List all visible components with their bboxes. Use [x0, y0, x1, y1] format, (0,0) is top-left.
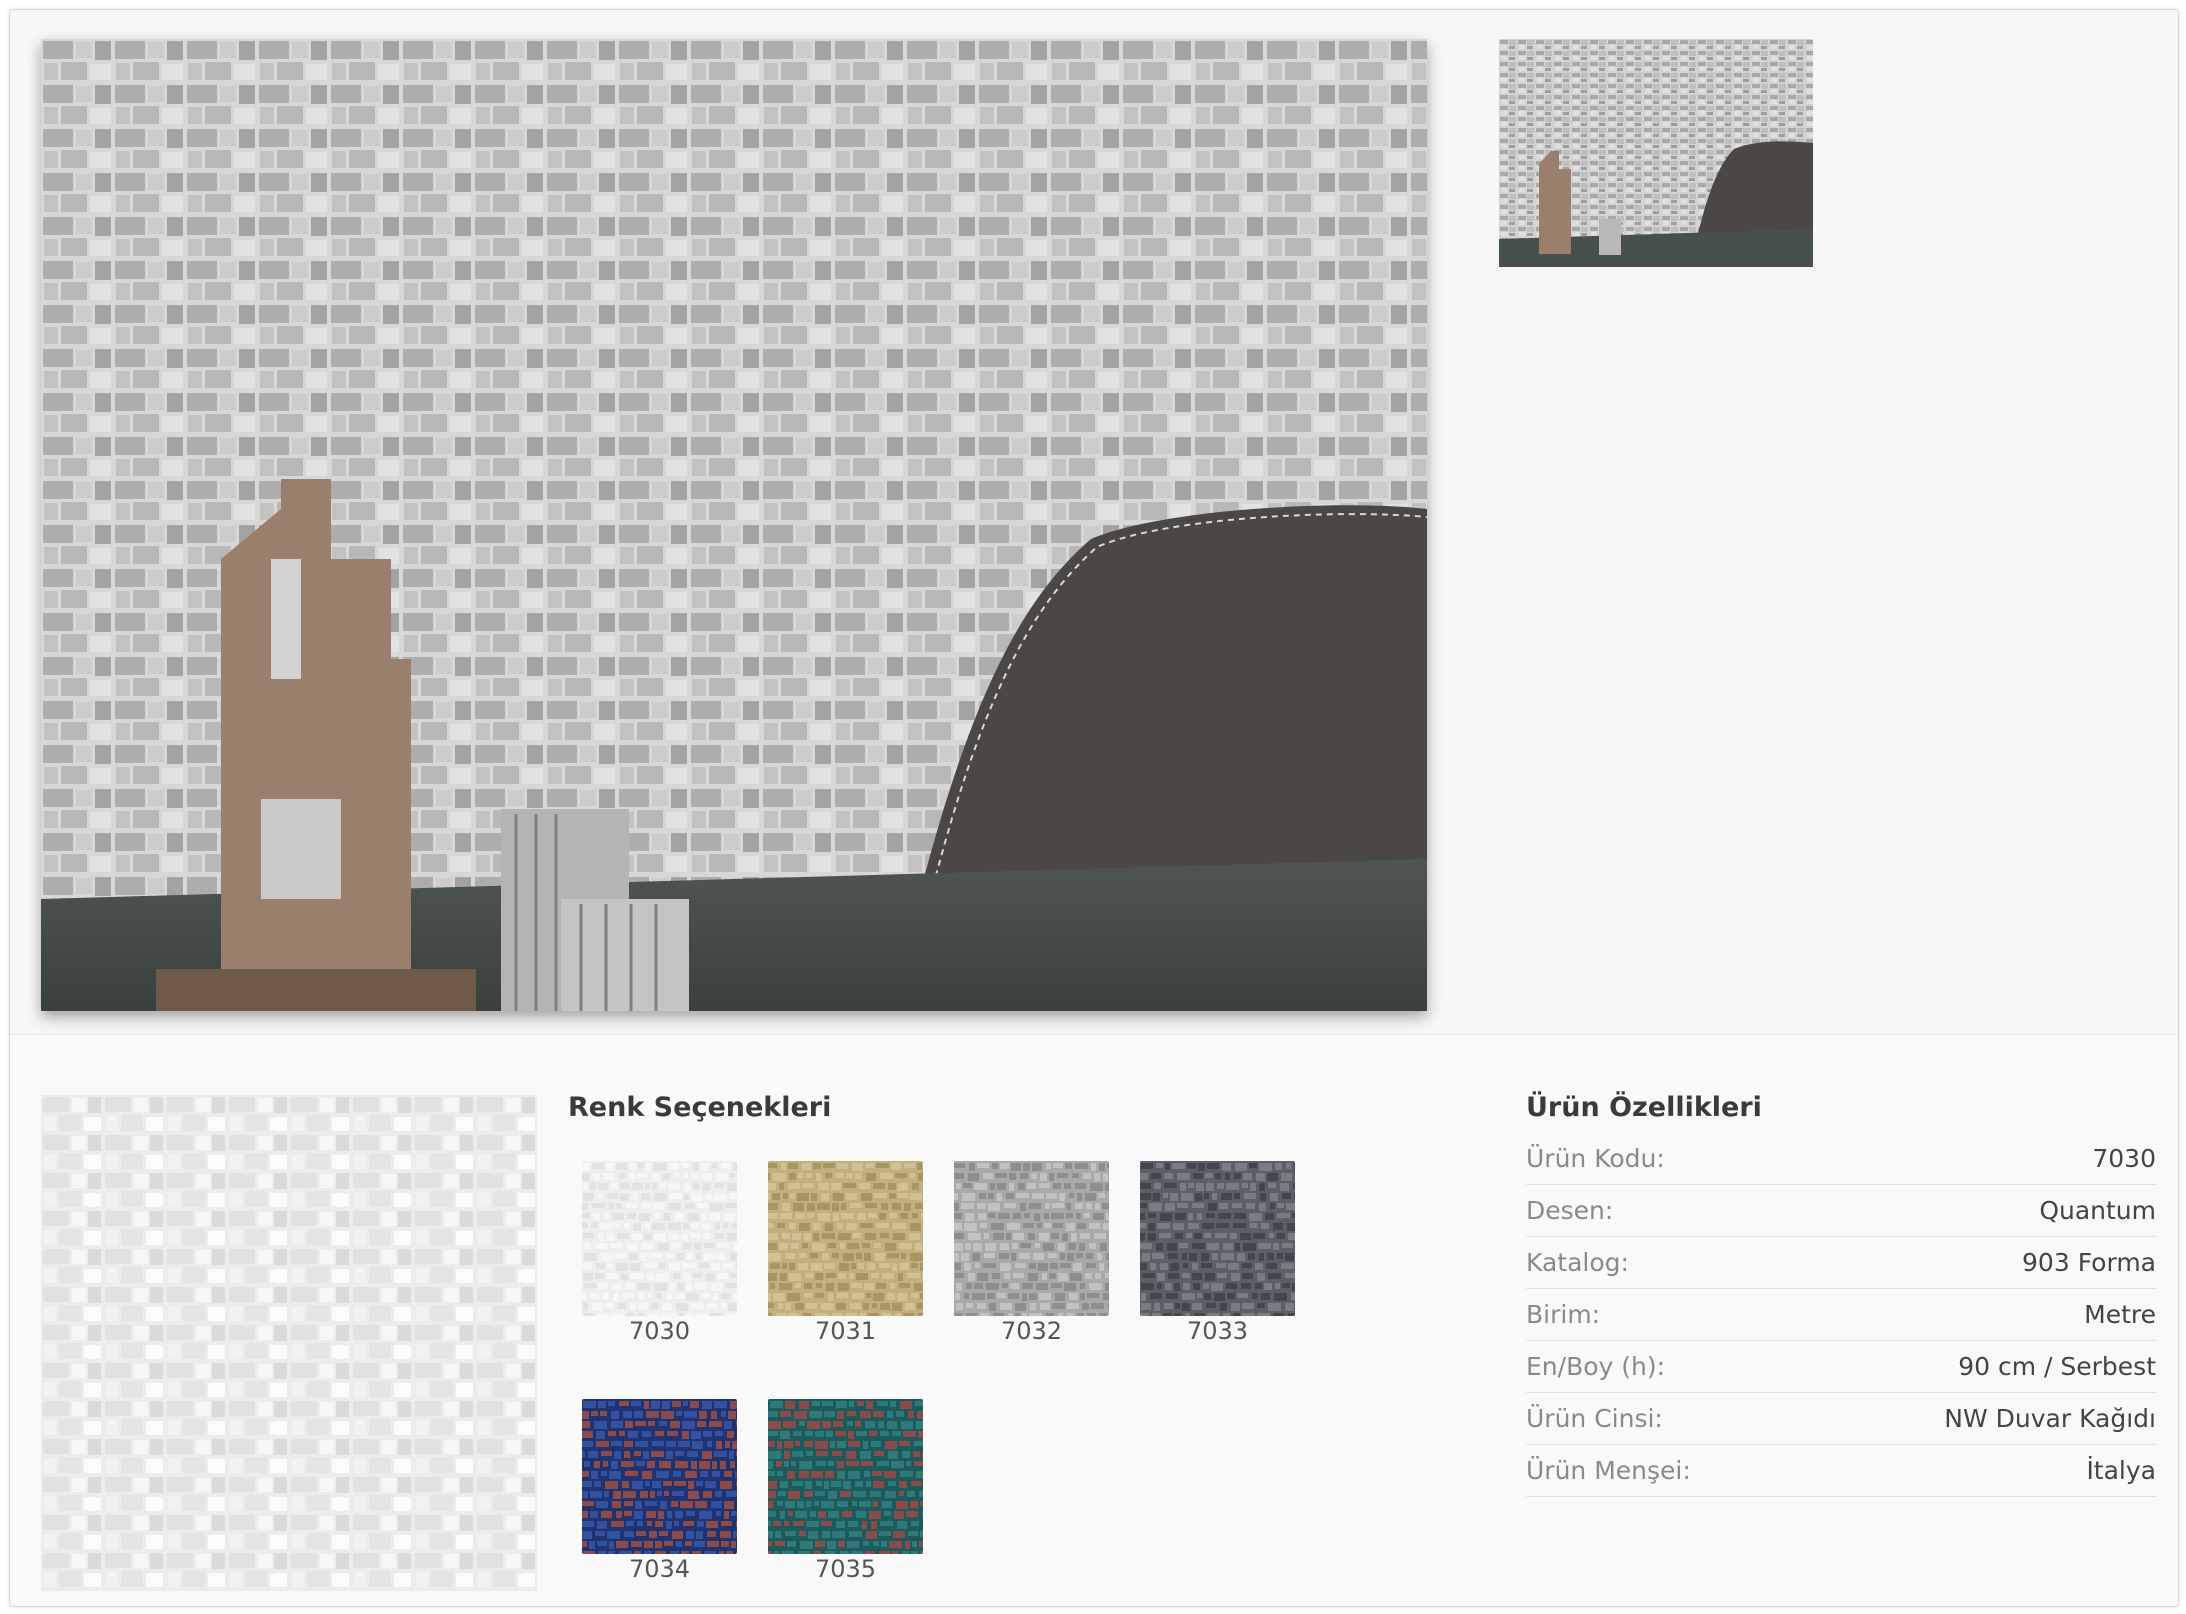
swatch-texture	[954, 1161, 1109, 1316]
spec-value: NW Duvar Kağıdı	[1944, 1404, 2156, 1433]
room-scene-illustration	[41, 39, 1427, 1011]
spec-value: 903 Forma	[2022, 1248, 2156, 1277]
spec-label: Ürün Cinsi:	[1526, 1404, 1663, 1433]
color-swatch-7033[interactable]	[1140, 1161, 1295, 1316]
spec-value: 7030	[2092, 1144, 2156, 1173]
swatch-label: 7035	[814, 1555, 877, 1583]
pattern-sample-illustration	[41, 1095, 537, 1591]
spec-label: Desen:	[1526, 1196, 1614, 1225]
spec-label: Katalog:	[1526, 1248, 1629, 1277]
swatch-label: 7033	[1186, 1317, 1249, 1345]
color-swatch-7032[interactable]	[954, 1161, 1109, 1316]
swatch-texture	[768, 1161, 923, 1316]
main-product-image[interactable]	[41, 39, 1427, 1011]
spec-row-unit: Birim: Metre	[1526, 1289, 2156, 1341]
product-specs-table: Ürün Kodu: 7030 Desen: Quantum Katalog: …	[1526, 1133, 2156, 1497]
spec-label: En/Boy (h):	[1526, 1352, 1666, 1381]
spec-value: Quantum	[2039, 1196, 2156, 1225]
spec-row-product-type: Ürün Cinsi: NW Duvar Kağıdı	[1526, 1393, 2156, 1445]
spec-value: İtalya	[2086, 1456, 2156, 1485]
spec-value: Metre	[2084, 1300, 2156, 1329]
color-swatch-7034[interactable]	[582, 1399, 737, 1554]
color-swatch-7031[interactable]	[768, 1161, 923, 1316]
spec-row-origin: Ürün Menşei: İtalya	[1526, 1445, 2156, 1497]
gallery-section	[10, 10, 2178, 1035]
swatch-label: 7031	[814, 1317, 877, 1345]
color-swatch-7030[interactable]	[582, 1161, 737, 1316]
spec-label: Birim:	[1526, 1300, 1601, 1329]
swatch-texture	[582, 1161, 737, 1316]
swatch-label: 7032	[1000, 1317, 1063, 1345]
spec-row-catalog: Katalog: 903 Forma	[1526, 1237, 2156, 1289]
spec-label: Ürün Menşei:	[1526, 1456, 1691, 1485]
swatch-texture	[582, 1399, 737, 1554]
color-swatch-7035[interactable]	[768, 1399, 923, 1554]
product-specs-title: Ürün Özellikleri	[1526, 1092, 1762, 1123]
pattern-sample-image	[41, 1095, 537, 1591]
swatch-texture	[1140, 1161, 1295, 1316]
spec-value: 90 cm / Serbest	[1958, 1352, 2156, 1381]
spec-row-pattern: Desen: Quantum	[1526, 1185, 2156, 1237]
swatch-texture	[768, 1399, 923, 1554]
swatch-label: 7034	[628, 1555, 691, 1583]
thumbnail-illustration	[1499, 39, 1813, 267]
spec-row-product-code: Ürün Kodu: 7030	[1526, 1133, 2156, 1185]
details-section: Renk Seçenekleri 7030 7031 7032 7033 703…	[10, 1035, 2178, 1606]
swatch-label: 7030	[628, 1317, 691, 1345]
thumbnail-image[interactable]	[1499, 39, 1813, 267]
spec-label: Ürün Kodu:	[1526, 1144, 1665, 1173]
spec-row-dimensions: En/Boy (h): 90 cm / Serbest	[1526, 1341, 2156, 1393]
product-card: Renk Seçenekleri 7030 7031 7032 7033 703…	[9, 9, 2179, 1607]
color-options-title: Renk Seçenekleri	[568, 1092, 832, 1123]
